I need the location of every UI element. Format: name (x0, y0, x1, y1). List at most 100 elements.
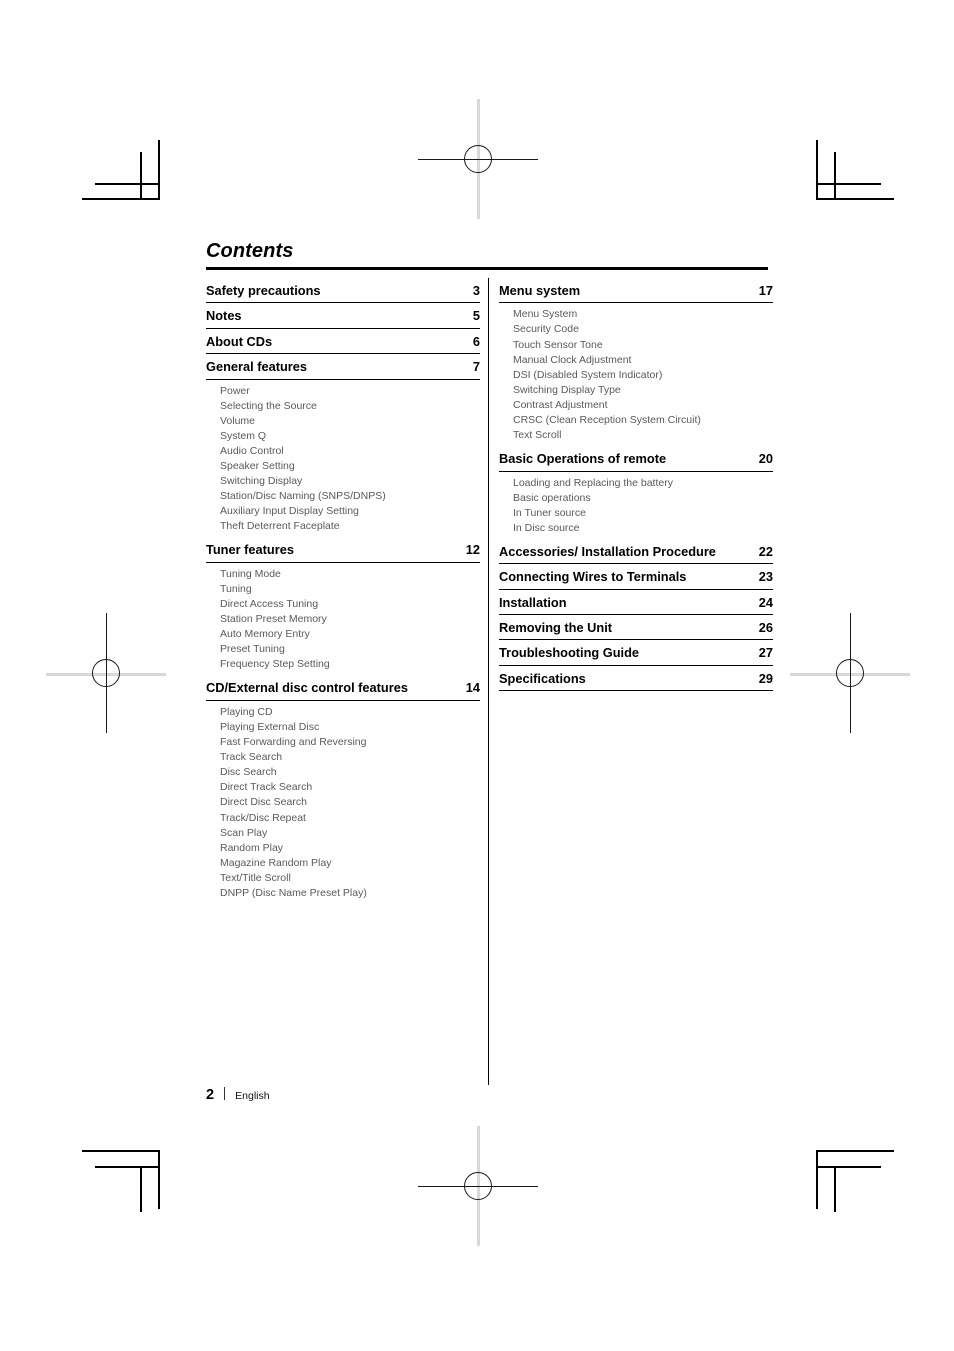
toc-subitem[interactable]: Switching Display (220, 474, 480, 489)
toc-subitem[interactable]: Direct Track Search (220, 780, 480, 795)
toc-subitem[interactable]: Random Play (220, 841, 480, 856)
page-body: Contents Safety precautions 3 Notes 5 About … (0, 0, 954, 1351)
toc-subitem[interactable]: Playing External Disc (220, 720, 480, 735)
toc-subitem[interactable]: DSI (Disabled System Indicator) (513, 368, 773, 383)
toc-subitem[interactable]: Selecting the Source (220, 399, 480, 414)
toc-entry[interactable]: Basic Operations of remote 20 Loading and … (499, 451, 773, 536)
toc-entry-spacer (206, 534, 480, 542)
toc-subitem[interactable]: Disc Search (220, 765, 480, 780)
toc-subitem[interactable]: Audio Control (220, 444, 480, 459)
toc-subitem[interactable]: Tuning (220, 582, 480, 597)
toc-subitem[interactable]: Tuning Mode (220, 567, 480, 582)
toc-entry-heading[interactable]: Basic Operations of remote 20 (499, 451, 773, 472)
toc-subitem[interactable]: In Tuner source (513, 506, 773, 521)
toc-subitem-list: Menu System Security Code Touch Sensor Ton… (499, 303, 773, 443)
toc-entry-heading[interactable]: Safety precautions 3 (206, 283, 480, 304)
toc-subitem[interactable]: Auxiliary Input Display Setting (220, 504, 480, 519)
footer-divider (224, 1087, 226, 1100)
toc-entry-heading[interactable]: Tuner features 12 (206, 542, 480, 563)
toc-subitem[interactable]: Menu System (513, 307, 773, 322)
toc-entry[interactable]: Menu system 17 Menu System Security Code Tou… (499, 283, 773, 443)
toc-subitem[interactable]: Volume (220, 414, 480, 429)
column-divider (488, 278, 490, 1085)
toc-subitem[interactable]: Station Preset Memory (220, 612, 480, 627)
toc-subitem[interactable]: Magazine Random Play (220, 856, 480, 871)
toc-entry[interactable]: General features 7 Power Selecting the Sour… (206, 359, 480, 534)
toc-subitem[interactable]: Theft Deterrent Faceplate (220, 519, 480, 534)
toc-subitem[interactable]: Station/Disc Naming (SNPS/DNPS) (220, 489, 480, 504)
toc-subitem[interactable]: In Disc source (513, 521, 773, 536)
toc-entry[interactable]: Specifications 29 (499, 670, 773, 692)
toc-subitem[interactable]: Loading and Replacing the battery (513, 476, 773, 491)
toc-subitem[interactable]: Security Code (513, 322, 773, 337)
toc-subitem[interactable]: Touch Sensor Tone (513, 338, 773, 353)
toc-subitem[interactable]: Speaker Setting (220, 459, 480, 474)
toc-subitem[interactable]: System Q (220, 429, 480, 444)
toc-entry-label: Accessories/ Installation Procedure (499, 543, 716, 559)
toc-entry-label: CD/External disc control features (206, 680, 408, 696)
toc-subitem[interactable]: CRSC (Clean Reception System Circuit) (513, 413, 773, 428)
toc-entry-page-number: 5 (472, 308, 480, 324)
toc-entry-heading[interactable]: Accessories/ Installation Procedure 22 (499, 543, 773, 565)
toc-subitem[interactable]: Preset Tuning (220, 642, 480, 657)
toc-entry-page-number: 3 (472, 283, 480, 298)
toc-entry-heading[interactable]: CD/External disc control features 14 (206, 680, 480, 701)
toc-entry-spacer (206, 901, 480, 909)
toc-entry[interactable]: Notes 5 (206, 308, 480, 329)
footer-language: English (235, 1090, 270, 1102)
toc-entry-heading[interactable]: Troubleshooting Guide 27 (499, 645, 773, 666)
toc-subitem[interactable]: DNPP (Disc Name Preset Play) (220, 886, 480, 901)
toc-entry[interactable]: CD/External disc control features 14 Playi… (206, 680, 480, 901)
toc-column-right: Menu system 17 Menu System Security Code Tou… (499, 283, 773, 696)
toc-subitem[interactable]: Manual Clock Adjustment (513, 353, 773, 368)
toc-subitem-list: Loading and Replacing the battery Basic o… (499, 472, 773, 536)
toc-subitem-list: Tuning Mode Tuning Direct Access Tuning Sta… (206, 563, 480, 673)
toc-entry-page-number: 27 (758, 645, 773, 661)
toc-entry-heading[interactable]: Menu system 17 (499, 283, 773, 304)
toc-subitem-list: Power Selecting the Source Volume System QA… (206, 380, 480, 535)
toc-subitem[interactable]: Text/Title Scroll (220, 871, 480, 886)
toc-entry-label: Troubleshooting Guide (499, 645, 640, 661)
toc-entry-page-number: 29 (758, 670, 773, 686)
toc-entry-page-number: 7 (472, 359, 480, 375)
toc-entry-heading[interactable]: Installation 24 (499, 595, 773, 616)
toc-entry-page-number: 22 (758, 543, 773, 559)
toc-entry-heading[interactable]: General features 7 (206, 359, 480, 380)
toc-entry-label: Specifications (499, 670, 586, 686)
toc-subitem[interactable]: Power (220, 384, 480, 399)
toc-subitem[interactable]: Basic operations (513, 491, 773, 506)
toc-subitem[interactable]: Frequency Step Setting (220, 657, 480, 672)
toc-entry[interactable]: Safety precautions 3 (206, 283, 480, 304)
toc-subitem[interactable]: Scan Play (220, 826, 480, 841)
toc-subitem[interactable]: Track/Disc Repeat (220, 811, 480, 826)
toc-subitem[interactable]: Direct Disc Search (220, 795, 480, 810)
toc-subitem[interactable]: Direct Access Tuning (220, 597, 480, 612)
toc-subitem[interactable]: Contrast Adjustment (513, 398, 773, 413)
toc-entry-label: Removing the Unit (499, 620, 613, 636)
page-footer: 2 English (206, 1086, 270, 1103)
toc-entry-heading[interactable]: Specifications 29 (499, 670, 773, 692)
toc-entry-page-number: 20 (758, 451, 773, 467)
toc-entry-label: About CDs (206, 333, 273, 349)
toc-entry-label: General features (206, 359, 308, 375)
toc-subitem[interactable]: Fast Forwarding and Reversing (220, 735, 480, 750)
toc-entry[interactable]: Tuner features 12 Tuning Mode Tuning Direct … (206, 542, 480, 672)
toc-entry[interactable]: Removing the Unit 26 (499, 620, 773, 641)
toc-subitem[interactable]: Text Scroll (513, 428, 773, 443)
toc-subitem[interactable]: Switching Display Type (513, 383, 773, 398)
toc-entry[interactable]: About CDs 6 (206, 333, 480, 355)
toc-entry[interactable]: Troubleshooting Guide 27 (499, 645, 773, 666)
toc-entry[interactable]: Installation 24 (499, 595, 773, 616)
toc-entry-page-number: 14 (465, 680, 480, 696)
toc-entry-heading[interactable]: Removing the Unit 26 (499, 620, 773, 641)
toc-entry[interactable]: Accessories/ Installation Procedure 22 (499, 543, 773, 565)
toc-entry-heading[interactable]: Notes 5 (206, 308, 480, 329)
toc-entry-heading[interactable]: About CDs 6 (206, 333, 480, 355)
toc-subitem[interactable]: Playing CD (220, 705, 480, 720)
toc-subitem-list: Playing CD Playing External Disc Fast Forw… (206, 701, 480, 901)
toc-subitem[interactable]: Track Search (220, 750, 480, 765)
toc-subitem[interactable]: Auto Memory Entry (220, 627, 480, 642)
toc-entry-heading[interactable]: Connecting Wires to Terminals 23 (499, 569, 773, 590)
toc-entry-label: Tuner features (206, 542, 294, 558)
toc-entry[interactable]: Connecting Wires to Terminals 23 (499, 569, 773, 590)
